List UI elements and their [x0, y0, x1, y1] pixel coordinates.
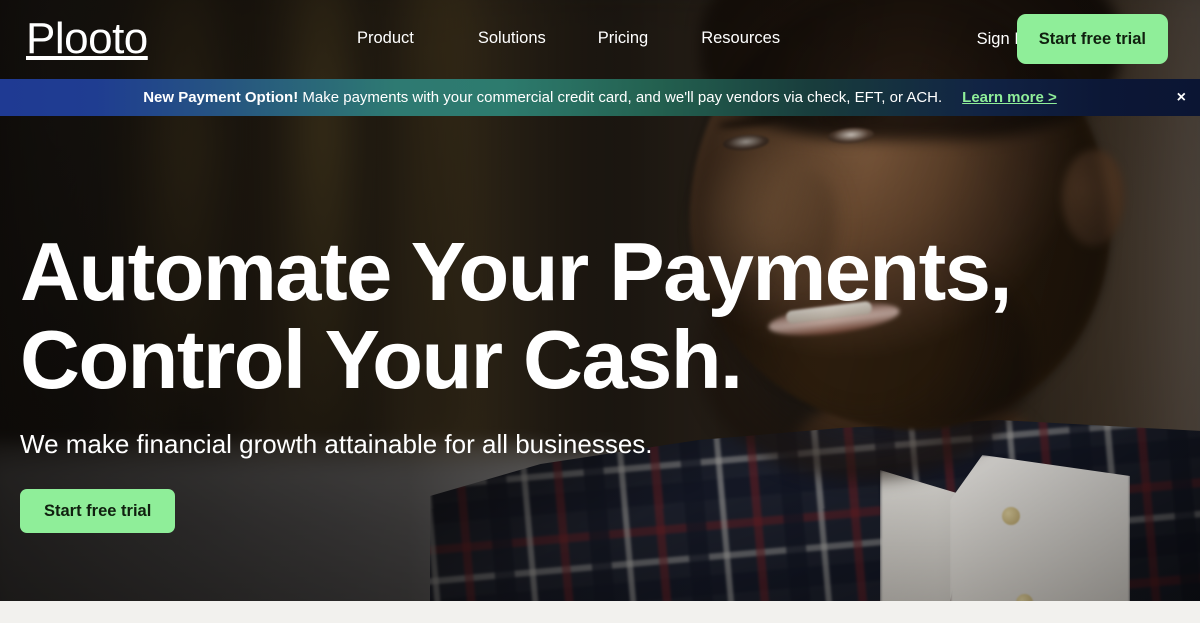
hero-subheadline: We make financial growth attainable for …	[20, 429, 653, 459]
header-start-free-trial-button[interactable]: Start free trial	[1016, 14, 1168, 64]
below-fold-section	[0, 601, 1200, 623]
nav-spacer	[648, 28, 701, 48]
promo-banner-message: Make payments with your commercial credi…	[298, 88, 943, 106]
hero-start-free-trial-button[interactable]: Start free trial	[20, 489, 176, 533]
site-header: Plooto Product Solutions Pricing Resourc…	[0, 0, 1200, 78]
hero-headline-line-2: Control Your Cash.	[20, 313, 743, 406]
nav-spacer	[414, 28, 478, 48]
nav-item-pricing[interactable]: Pricing	[598, 28, 648, 48]
hero-headline-line-1: Automate Your Payments,	[20, 225, 1012, 318]
promo-banner-headline: New Payment Option!	[143, 88, 299, 106]
nav-item-product[interactable]: Product	[357, 28, 414, 48]
hero-content: Automate Your Payments, Control Your Cas…	[20, 225, 1012, 533]
nav-spacer	[546, 28, 598, 48]
promo-banner-text: New Payment Option! Make payments with y…	[143, 88, 942, 108]
promo-banner-learn-more-link[interactable]: Learn more >	[962, 88, 1057, 108]
nav-item-solutions[interactable]: Solutions	[478, 28, 546, 48]
close-icon[interactable]: ×	[1177, 89, 1186, 106]
promo-banner: New Payment Option! Make payments with y…	[0, 79, 1200, 116]
brand-logo[interactable]: Plooto	[26, 16, 148, 62]
primary-navigation: Product Solutions Pricing Resources	[357, 28, 780, 48]
page-root: Plooto Product Solutions Pricing Resourc…	[0, 0, 1200, 623]
nav-item-resources[interactable]: Resources	[701, 28, 780, 48]
